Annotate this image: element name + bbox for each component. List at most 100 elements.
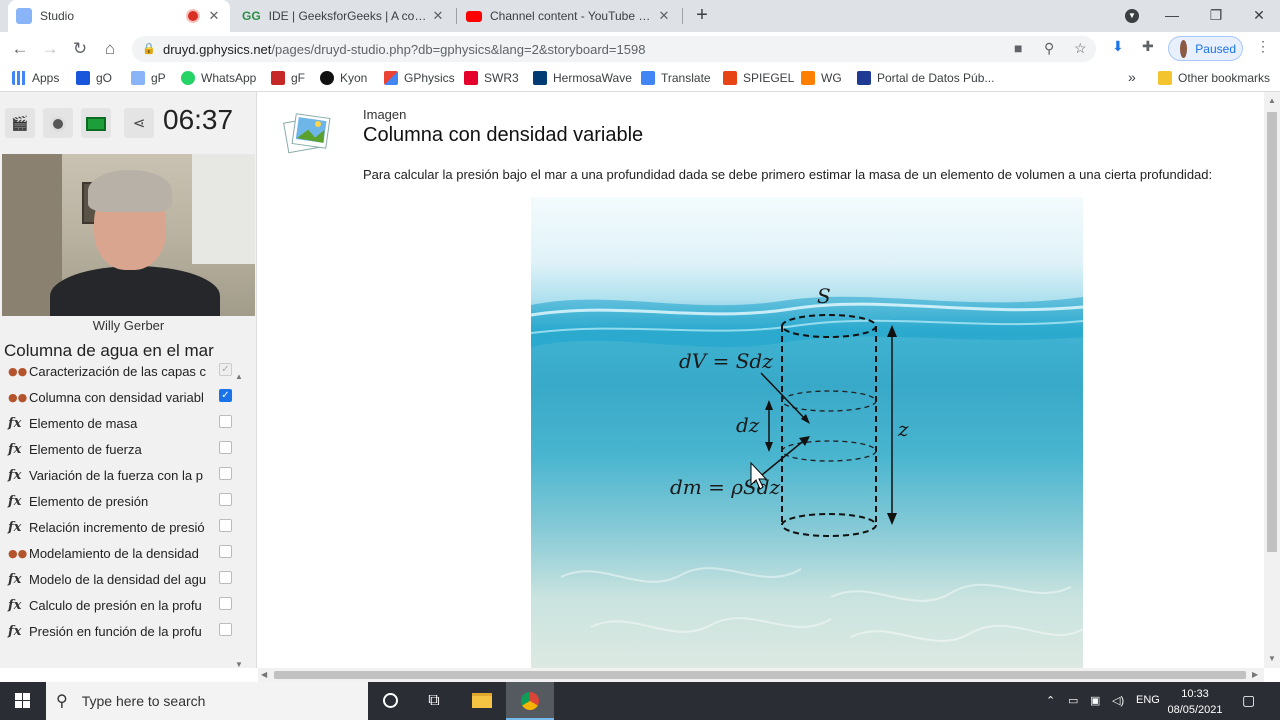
- reload-icon[interactable]: ↻: [68, 37, 92, 61]
- list-item[interactable]: ●● Columna con densidad variabl: [8, 386, 232, 408]
- close-window-button[interactable]: ✕: [1237, 0, 1280, 32]
- scroll-up-icon[interactable]: ▲: [1268, 96, 1276, 105]
- profile-button[interactable]: Paused: [1168, 36, 1243, 61]
- bookmarks-overflow-button[interactable]: »: [1128, 69, 1136, 85]
- formula-fx-icon: fx: [8, 493, 22, 509]
- item-checkbox[interactable]: [219, 545, 232, 558]
- notifications-icon[interactable]: ▢: [1242, 692, 1255, 709]
- item-checkbox[interactable]: [219, 571, 232, 584]
- show-hidden-icons-chevron-icon[interactable]: ⌃: [1046, 694, 1055, 707]
- item-checkbox[interactable]: [219, 623, 232, 636]
- item-checkbox[interactable]: [219, 467, 232, 480]
- spiegel-favicon-icon: [723, 71, 737, 85]
- image-icon: ●●: [8, 390, 28, 404]
- chrome-taskbar-button[interactable]: [506, 682, 554, 720]
- list-item[interactable]: fx Modelo de la densidad del agu: [8, 568, 232, 590]
- speaker-name: Willy Gerber: [92, 318, 165, 333]
- forward-arrow-icon[interactable]: →: [38, 37, 62, 61]
- extensions-puzzle-icon[interactable]: ✚: [1142, 38, 1154, 55]
- bookmark-portal-datos[interactable]: Portal de Datos Púb...: [857, 71, 994, 85]
- list-item[interactable]: ●● Caracterización de las capas c: [8, 360, 232, 382]
- list-item[interactable]: ●● Modelamiento de la densidad: [8, 542, 232, 564]
- home-icon[interactable]: ⌂: [98, 37, 122, 61]
- list-item[interactable]: fx Variación de la fuerza con la p: [8, 464, 232, 486]
- scroll-up-icon[interactable]: ▲: [235, 372, 243, 381]
- tab-geeksforgeeks[interactable]: GG IDE | GeeksforGeeks | A compute ✕: [234, 0, 454, 32]
- clapperboard-button[interactable]: 🎬: [5, 108, 35, 138]
- tab-strip: Studio ✕ GG IDE | GeeksforGeeks | A comp…: [0, 0, 1280, 32]
- bookmark-spiegel[interactable]: SPIEGEL: [723, 71, 794, 85]
- back-arrow-icon[interactable]: ←: [8, 37, 32, 61]
- tab-title: Studio: [40, 9, 75, 23]
- start-button[interactable]: [0, 682, 46, 720]
- file-explorer-button[interactable]: [458, 682, 506, 720]
- list-item[interactable]: fx Relación incremento de presió: [8, 516, 232, 538]
- bookmark-gf[interactable]: gF: [271, 71, 305, 85]
- tab-separator: [682, 8, 683, 24]
- item-checkbox[interactable]: ✓: [219, 389, 232, 402]
- address-bar[interactable]: 🔒 druyd.gphysics.net/pages/druyd-studio.…: [132, 36, 1096, 62]
- bookmark-gp[interactable]: gP: [131, 71, 166, 85]
- close-tab-icon[interactable]: ✕: [430, 8, 446, 24]
- tab-search-icon[interactable]: ▼: [1110, 0, 1154, 32]
- new-tab-button[interactable]: +: [690, 4, 714, 28]
- geeksforgeeks-favicon-icon: GG: [242, 9, 261, 23]
- minimize-button[interactable]: —: [1150, 0, 1194, 32]
- scrollbar-thumb[interactable]: [274, 671, 1246, 679]
- close-tab-icon[interactable]: ✕: [206, 8, 222, 24]
- bookmark-kyon[interactable]: Kyon: [320, 71, 367, 85]
- list-item[interactable]: fx Elemento de presión: [8, 490, 232, 512]
- page-horizontal-scrollbar[interactable]: ◀ ▶: [258, 668, 1264, 682]
- scroll-left-icon[interactable]: ◀: [261, 670, 267, 679]
- page-vertical-scrollbar[interactable]: ▲ ▼: [1264, 92, 1280, 668]
- download-extension-icon[interactable]: ⬇: [1112, 38, 1124, 55]
- item-checkbox[interactable]: [219, 441, 232, 454]
- bookmark-translate[interactable]: Translate: [641, 71, 711, 85]
- bookmark-apps[interactable]: Apps: [12, 71, 59, 85]
- bookmark-star-icon[interactable]: ☆: [1074, 40, 1087, 57]
- share-button[interactable]: ⋖: [124, 108, 154, 138]
- language-indicator[interactable]: ENG: [1136, 694, 1160, 706]
- list-item[interactable]: fx Elemento de masa: [8, 412, 232, 434]
- tab-studio[interactable]: Studio ✕: [8, 0, 230, 32]
- scrollbar-thumb[interactable]: [1267, 112, 1277, 552]
- item-checkbox[interactable]: [219, 597, 232, 610]
- url-text[interactable]: druyd.gphysics.net/pages/druyd-studio.ph…: [163, 42, 645, 57]
- clapperboard-icon: 🎬: [11, 115, 29, 131]
- gf-favicon-icon: [271, 71, 285, 85]
- menu-kebab-icon[interactable]: ⋮: [1256, 38, 1270, 55]
- folder-icon: [472, 693, 492, 709]
- close-tab-icon[interactable]: ✕: [656, 8, 672, 24]
- list-item[interactable]: fx Calculo de presión en la profu: [8, 594, 232, 616]
- bookmark-swr3[interactable]: SWR3: [464, 71, 519, 85]
- battery-icon[interactable]: ▭: [1068, 694, 1078, 707]
- taskbar-clock[interactable]: 10:33 08/05/2021: [1164, 686, 1226, 718]
- item-checkbox[interactable]: [219, 415, 232, 428]
- camera-icon[interactable]: ■: [1014, 40, 1022, 56]
- bookmark-whatsapp[interactable]: WhatsApp: [181, 71, 256, 85]
- taskbar-search-box[interactable]: ⚲ Type here to search: [46, 682, 368, 720]
- bookmark-hermosawave[interactable]: HermosaWave: [533, 71, 632, 85]
- scroll-right-icon[interactable]: ▶: [1252, 670, 1258, 679]
- bookmark-gphysics[interactable]: GPhysics: [384, 71, 455, 85]
- task-view-button[interactable]: ⧉: [410, 682, 458, 720]
- bookmark-go[interactable]: gO: [76, 71, 112, 85]
- item-checkbox[interactable]: [219, 519, 232, 532]
- volume-icon[interactable]: ◁): [1112, 694, 1124, 707]
- restore-button[interactable]: ❐: [1194, 0, 1238, 32]
- bookmarks-bar: Apps gO gP WhatsApp gF Kyon GPhysics SWR…: [0, 66, 1280, 92]
- tab-youtube-studio[interactable]: Channel content - YouTube Studi ✕: [458, 0, 680, 32]
- scroll-down-icon[interactable]: ▼: [235, 660, 243, 669]
- bookmark-wg[interactable]: WG: [801, 71, 842, 85]
- other-bookmarks[interactable]: Other bookmarks: [1158, 71, 1270, 85]
- item-checkbox[interactable]: [219, 493, 232, 506]
- cortana-button[interactable]: [366, 682, 414, 720]
- zoom-icon[interactable]: ⚲: [1044, 40, 1054, 57]
- scroll-down-icon[interactable]: ▼: [1268, 654, 1276, 663]
- list-item[interactable]: fx Presión en función de la profu: [8, 620, 232, 642]
- list-item[interactable]: fx Elemento de fuerza: [8, 438, 232, 460]
- record-button[interactable]: [43, 108, 73, 138]
- list-scrollbar[interactable]: ▲ ▼: [233, 372, 245, 669]
- presentation-button[interactable]: [81, 108, 111, 138]
- network-icon[interactable]: ▣: [1090, 694, 1100, 707]
